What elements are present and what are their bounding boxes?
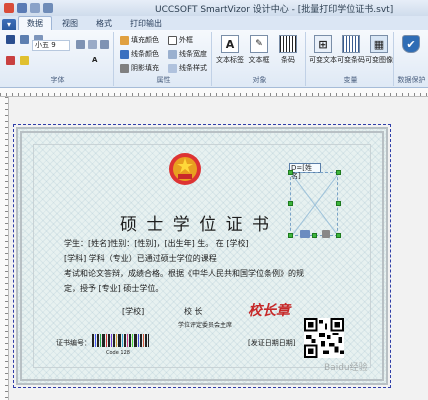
resize-handle-bottom-mid[interactable] (312, 233, 317, 238)
align-center-button[interactable] (88, 40, 97, 49)
qr-code-graphic[interactable] (304, 318, 344, 358)
variable-barcode-label: 可变条码 (337, 56, 365, 64)
ribbon-tabs: ▾ 数据 视图 格式 打印输出 (0, 16, 428, 30)
committee-label: 学位评定委员会主席 (178, 322, 233, 329)
variable-barcode-icon (342, 35, 360, 53)
tab-view[interactable]: 视图 (54, 17, 86, 30)
line-width-button[interactable]: 线条宽度 (168, 49, 207, 59)
variable-text-icon: ⊞ (314, 35, 332, 53)
text-label-label: 文本标签 (216, 56, 244, 64)
variable-image-icon: ▦ (370, 35, 388, 53)
line-color-button[interactable]: 线条颜色 (120, 49, 159, 59)
resize-handle-bottom-left[interactable] (288, 233, 293, 238)
fill-color-button[interactable]: 填充颜色 (120, 35, 159, 45)
property-group: 填充颜色 线条颜色 阴影填充 外框 线条宽度 线条样式 属性 (116, 32, 212, 86)
line-width-label: 线条宽度 (179, 50, 207, 58)
line-style-label: 线条样式 (179, 64, 207, 72)
watermark-text: Baidu经验 (324, 363, 368, 373)
protect-group-label: 数据保护 (397, 76, 426, 84)
certificate-line-4: 定，授予 [专业] 硕士学位。 (64, 284, 164, 293)
protect-group: ✔ 数据保护 (396, 32, 427, 86)
photo-placeholder[interactable] (290, 172, 339, 237)
shadow-fill-button[interactable]: 阴影填充 (120, 63, 159, 73)
barcode-label: 条码 (281, 56, 295, 64)
highlight-button[interactable] (20, 56, 29, 65)
font-size-select[interactable]: 小五 9 (32, 40, 70, 51)
align-left-button[interactable] (76, 40, 85, 49)
textbox-label: 文本框 (248, 56, 270, 64)
seal-text[interactable]: 校长章 (248, 300, 290, 320)
font-color-button[interactable] (6, 56, 15, 65)
barcode-button[interactable]: 条码 (274, 35, 302, 65)
fill-color-label: 填充颜色 (131, 36, 159, 44)
barcode-icon (279, 35, 297, 53)
property-group-label: 属性 (156, 76, 171, 84)
resize-handle-bottom-right[interactable] (336, 233, 341, 238)
quick-access-toolbar (0, 3, 53, 13)
tab-print-output[interactable]: 打印输出 (122, 17, 170, 30)
app-logo-icon[interactable] (4, 3, 14, 13)
lock-icon[interactable] (322, 230, 330, 238)
textbox-button[interactable]: ✎ 文本框 (245, 35, 273, 65)
vertical-ruler (0, 97, 9, 400)
line-color-label: 线条颜色 (131, 50, 159, 58)
school-field[interactable]: [学校] (122, 306, 144, 317)
text-label-icon: A (221, 35, 239, 53)
italic-button[interactable] (20, 35, 29, 44)
variable-text-button[interactable]: ⊞ 可变文本 (309, 35, 337, 65)
font-size-value: 小五 (35, 41, 49, 49)
title-bar: UCCSOFT SmartVizor 设计中心 - [批量打印学位证书.svt] (0, 0, 428, 16)
variable-text-label: 可变文本 (309, 56, 337, 64)
file-menu-button[interactable]: ▾ (2, 19, 17, 30)
variable-image-button[interactable]: ▦ 可变图像 (365, 35, 393, 65)
president-label: 校 长 (184, 307, 203, 316)
font-size-num: 9 (51, 41, 56, 49)
shadow-fill-label: 阴影填充 (131, 64, 159, 72)
format-a-button[interactable]: A (92, 56, 97, 64)
tab-data[interactable]: 数据 (18, 16, 53, 30)
textbox-icon: ✎ (250, 35, 268, 53)
certificate-line-1: 学生：[姓名]性别：[性别]，[出生年] 生。 在 [学校] (64, 239, 249, 248)
data-protect-button[interactable]: ✔ (397, 35, 425, 55)
variable-barcode-button[interactable]: 可变条码 (337, 35, 365, 65)
barcode-text: Code 128 (106, 350, 130, 356)
outer-frame-label: 外框 (179, 36, 193, 44)
certificate-number-label: 证书编号： (56, 339, 91, 347)
line-style-button[interactable]: 线条样式 (168, 63, 207, 73)
resize-handle-mid-right[interactable] (336, 201, 341, 206)
new-icon[interactable] (30, 3, 40, 13)
tab-format[interactable]: 格式 (88, 17, 120, 30)
horizontal-ruler (0, 88, 428, 97)
text-label-button[interactable]: A 文本标签 (216, 35, 244, 65)
ribbon: 小五 9 A 字体 填充颜色 线条颜色 阴影填充 外框 线条宽度 线条样式 属性… (0, 30, 428, 88)
object-group-label: 对象 (252, 76, 267, 84)
image-tool-icon[interactable] (300, 230, 310, 238)
placeholder-cross-icon (291, 173, 339, 237)
certificate-line-3: 考试和论文答辩，成绩合格。根据《中华人民共和国学位条例》的规 (64, 269, 304, 278)
resize-handle-top-left[interactable] (288, 170, 293, 175)
align-right-button[interactable] (100, 40, 109, 49)
object-group: A 文本标签 ✎ 文本框 条码 对象 (214, 32, 306, 86)
bold-button[interactable] (6, 35, 15, 44)
variable-group: ⊞ 可变文本 可变条码 ▦ 可变图像 变量 (308, 32, 394, 86)
resize-handle-top-right[interactable] (336, 170, 341, 175)
outer-frame-button[interactable]: 外框 (168, 35, 193, 45)
print-icon[interactable] (43, 3, 53, 13)
resize-handle-mid-left[interactable] (288, 201, 293, 206)
variable-group-label: 变量 (343, 76, 358, 84)
issue-date-field[interactable]: [发证日期日期] (248, 338, 295, 348)
font-group: 小五 9 A 字体 (2, 32, 114, 86)
national-emblem-icon (169, 153, 201, 185)
save-icon[interactable] (17, 3, 27, 13)
certificate-title: 硕 士 学 位 证 书 (120, 215, 272, 235)
shield-icon: ✔ (402, 35, 420, 53)
variable-image-label: 可变图像 (365, 56, 393, 64)
font-group-label: 字体 (50, 76, 65, 84)
window-title: UCCSOFT SmartVizor 设计中心 - [批量打印学位证书.svt] (155, 5, 394, 15)
certificate-line-2: [学科] 学科（专业）已通过硕士学位的课程 (64, 254, 217, 263)
